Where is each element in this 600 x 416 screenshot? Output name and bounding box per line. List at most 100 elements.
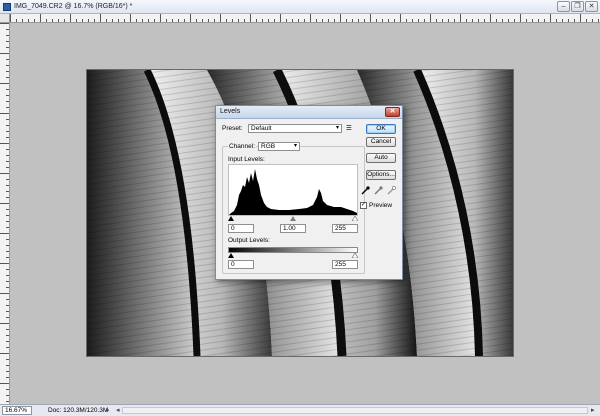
ruler-tick (310, 14, 311, 22)
ruler-tick (94, 19, 95, 22)
ruler-tick (6, 149, 9, 150)
horizontal-scrollbar[interactable] (122, 407, 588, 414)
input-white-field[interactable]: 255 (332, 224, 358, 233)
ruler-tick (6, 305, 9, 306)
output-black-field[interactable]: 0 (228, 260, 254, 269)
white-point-eyedropper-icon[interactable] (387, 186, 396, 195)
ruler-tick (250, 14, 251, 22)
levels-dialog-title-bar[interactable]: Levels ✕ (216, 106, 402, 119)
ruler-tick (28, 19, 29, 22)
ruler-tick (418, 19, 419, 22)
ruler-tick (100, 14, 101, 22)
output-levels-slider[interactable] (228, 253, 358, 258)
input-gamma-field[interactable]: 1.00 (280, 224, 306, 233)
cancel-button[interactable]: Cancel (366, 137, 396, 147)
input-levels-slider[interactable] (228, 216, 358, 221)
levels-close-button[interactable]: ✕ (385, 107, 400, 117)
ruler-tick (358, 19, 359, 22)
levels-dialog-title: Levels (220, 108, 241, 115)
ruler-tick (334, 19, 335, 22)
ruler-tick (592, 19, 593, 22)
white-point-handle[interactable] (351, 216, 358, 221)
black-point-handle[interactable] (228, 216, 234, 221)
ruler-tick (6, 239, 9, 240)
status-menu-arrow-icon[interactable]: ▸ (106, 406, 110, 414)
ruler-tick (496, 19, 497, 22)
output-white-field[interactable]: 255 (332, 260, 358, 269)
ruler-tick (232, 19, 233, 22)
ruler-tick (76, 19, 77, 22)
ruler-tick (574, 19, 575, 22)
ruler-tick (436, 19, 437, 22)
zoom-level-field[interactable]: 16.67% (2, 406, 32, 415)
ruler-tick (22, 19, 23, 22)
ruler-tick (0, 53, 9, 54)
horizontal-ruler[interactable] (10, 14, 600, 23)
ruler-tick (6, 191, 9, 192)
ruler-tick (6, 41, 9, 42)
vertical-ruler[interactable] (0, 23, 10, 404)
ruler-tick (448, 19, 449, 22)
ok-button[interactable]: OK (366, 124, 396, 134)
preset-options-icon[interactable]: ☰ (346, 124, 352, 132)
scroll-right-icon[interactable]: ▸ (591, 406, 595, 414)
ruler-tick (6, 167, 9, 168)
ruler-tick (0, 23, 9, 24)
channel-dropdown[interactable]: RGB ▾ (258, 142, 300, 151)
ruler-tick (6, 317, 9, 318)
ruler-tick (430, 14, 431, 22)
ruler-tick (6, 395, 9, 396)
ruler-tick (34, 19, 35, 22)
ruler-tick (0, 263, 9, 264)
preset-dropdown[interactable]: Default ▾ (248, 124, 342, 133)
ruler-tick (142, 19, 143, 22)
ruler-tick (0, 293, 9, 294)
ruler-tick (10, 14, 11, 22)
ruler-tick (6, 371, 9, 372)
ruler-tick (16, 19, 17, 22)
ruler-tick (538, 19, 539, 22)
auto-button[interactable]: Auto (366, 153, 396, 163)
ruler-tick (136, 19, 137, 22)
photoshop-document-icon (3, 3, 11, 11)
options-button[interactable]: Options... (366, 170, 396, 180)
input-black-field[interactable]: 0 (228, 224, 254, 233)
ruler-tick (6, 59, 9, 60)
ruler-tick (6, 161, 9, 162)
ruler-tick (388, 19, 389, 22)
ruler-tick (508, 19, 509, 22)
ruler-tick (166, 19, 167, 22)
ruler-tick (550, 14, 551, 22)
document-size-info[interactable]: Doc: 120.3M/120.3M (48, 407, 108, 414)
close-document-button[interactable]: ✕ (585, 1, 598, 12)
black-point-eyedropper-icon[interactable] (361, 186, 370, 195)
ruler-tick (322, 19, 323, 22)
levels-dialog: Levels ✕ Preset: Default ▾ ☰ Channel: RG… (215, 105, 403, 280)
gray-point-eyedropper-icon[interactable] (374, 186, 383, 195)
output-white-handle[interactable] (351, 253, 358, 258)
restore-button[interactable]: ❐ (571, 1, 584, 12)
ruler-tick (6, 35, 9, 36)
ruler-tick (6, 287, 9, 288)
ruler-tick (328, 19, 329, 22)
ruler-tick (202, 19, 203, 22)
gamma-handle[interactable] (290, 216, 296, 221)
ruler-tick (0, 83, 9, 84)
ruler-tick (0, 383, 9, 384)
ruler-tick (352, 19, 353, 22)
ruler-tick (424, 19, 425, 22)
ruler-tick (526, 19, 527, 22)
ruler-tick (172, 19, 173, 22)
minimize-button[interactable]: – (557, 1, 570, 12)
ruler-tick (6, 209, 9, 210)
preview-checkbox[interactable]: ✓ (360, 202, 367, 209)
ruler-tick (118, 19, 119, 22)
ruler-tick (556, 19, 557, 22)
ruler-tick (6, 119, 9, 120)
ruler-origin[interactable] (0, 14, 10, 23)
scroll-left-icon[interactable]: ◂ (116, 406, 120, 414)
ruler-tick (160, 14, 161, 22)
output-black-handle[interactable] (228, 253, 234, 258)
ruler-tick (484, 19, 485, 22)
ruler-tick (6, 107, 9, 108)
